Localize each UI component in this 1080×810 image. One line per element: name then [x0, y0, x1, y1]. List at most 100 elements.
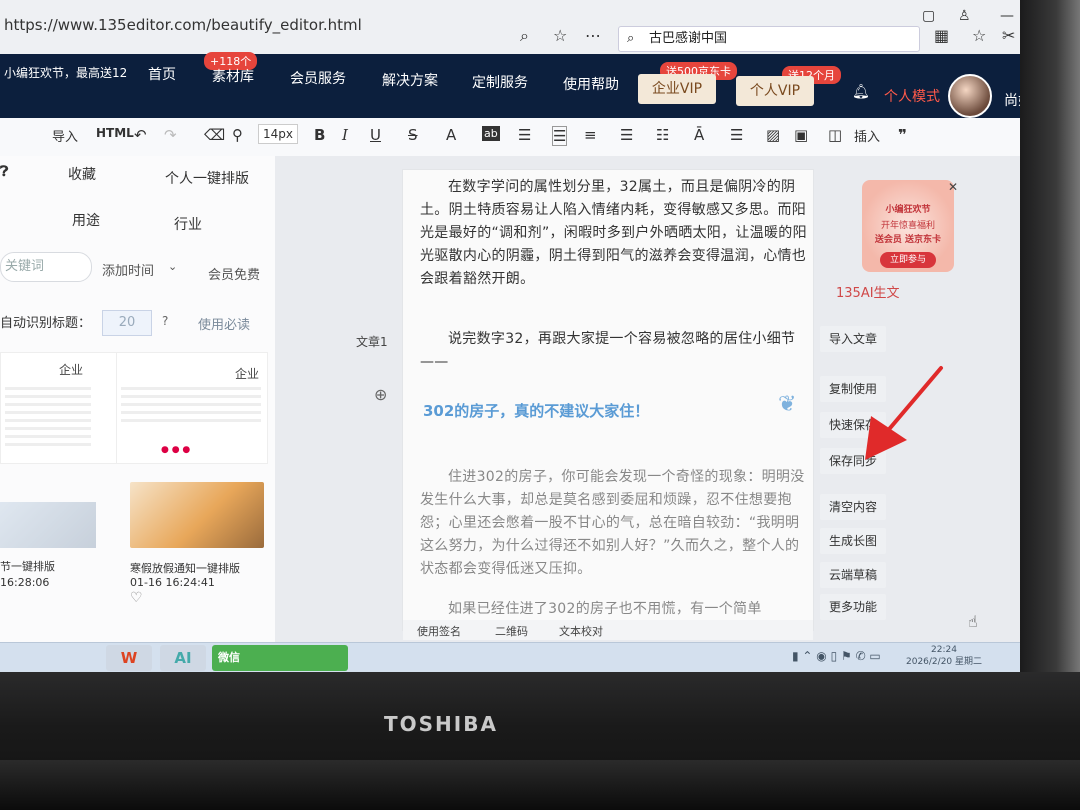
card1-title[interactable]: 节一键排版 [0, 558, 55, 574]
bookmark-star-icon[interactable]: ☆ [553, 26, 567, 45]
tab-usage[interactable]: 用途 [72, 210, 100, 230]
favorites-icon[interactable]: ☆ [972, 26, 986, 45]
clear-content-button[interactable]: 清空内容 [820, 494, 886, 520]
template-panel: ❓︎ 收藏 个人一键排版 用途 行业 关键词 添加时间 ⌄ 会员免费 自动识别标… [0, 156, 276, 642]
add-time-sort[interactable]: 添加时间 [102, 260, 154, 279]
eraser-icon[interactable]: ⌫ [204, 126, 225, 144]
wps-app[interactable]: W [106, 645, 152, 671]
avatar[interactable] [948, 74, 992, 118]
keyword-input[interactable]: 关键词 [0, 252, 92, 282]
strikethrough-icon[interactable]: S [408, 126, 418, 144]
paragraph-icon[interactable]: ☰ [620, 126, 633, 144]
insert-button[interactable]: 插入 [854, 126, 880, 145]
more-features-button[interactable]: 更多功能 [820, 594, 886, 620]
bg-color-icon[interactable]: ab [482, 126, 500, 141]
minimize-icon[interactable]: — [1000, 8, 1014, 24]
template-thumbnail-1[interactable] [0, 502, 96, 548]
font-color-icon[interactable]: A [446, 126, 456, 144]
nav-member[interactable]: 会员服务 [290, 68, 346, 88]
promo-text[interactable]: 小编狂欢节，最高送12 [4, 64, 127, 81]
personal-vip-button[interactable]: 个人VIP [736, 76, 814, 106]
ad-cta-button[interactable]: 立即参与 [880, 252, 936, 268]
font-size-select[interactable]: 14px [258, 124, 298, 144]
template-card-2[interactable]: 企业 ● ● ● [116, 352, 268, 464]
red-arrow-annotation [865, 366, 943, 460]
paragraph-2[interactable]: 说完数字32，再跟大家提一个容易被忽略的居住小细节—— [420, 328, 810, 374]
keyword-placeholder: 关键词 [5, 259, 45, 274]
must-read-link[interactable]: 使用必读 [198, 314, 250, 333]
chevron-down-icon[interactable]: ⌄ [168, 260, 177, 273]
long-image-button[interactable]: 生成长图 [820, 528, 886, 554]
paragraph-1[interactable]: 在数字学问的属性划分里，32属土，而且是偏阴冷的阴土。阴土特质容易让人陷入情绪内… [420, 176, 810, 291]
line-spacing-icon[interactable]: ≡ [584, 126, 597, 144]
paragraph-3[interactable]: 住进302的房子，你可能会发现一个奇怪的现象：明明没发生什么大事，却总是莫名感到… [420, 466, 810, 581]
divider-icon[interactable]: ☰ [730, 126, 743, 144]
scissors-icon[interactable]: ✂ [1002, 26, 1015, 45]
bold-icon[interactable]: B [314, 126, 325, 144]
pattern-icon[interactable]: ▨ [766, 126, 780, 144]
card1-time: 16:28:06 [0, 576, 50, 589]
template-thumbnail-2[interactable] [130, 482, 264, 548]
help-icon[interactable]: ❓︎ [0, 164, 8, 180]
ai-app[interactable]: AI [160, 645, 206, 671]
add-block-icon[interactable]: ⊕ [374, 385, 387, 404]
italic-icon[interactable]: I [342, 126, 348, 144]
signature-button[interactable]: 使用签名 [417, 623, 461, 639]
search-icon: ⌕ [627, 31, 635, 46]
badge-dot: ● ● ● [161, 445, 191, 455]
auto-title-input[interactable]: 20 [102, 310, 152, 336]
member-free-filter[interactable]: 会员免费 [208, 264, 260, 283]
browser-search-box[interactable]: ⌕ 古巴感谢中国 [618, 26, 920, 52]
section-heading[interactable]: 302的房子，真的不建议大家住！ [423, 400, 649, 421]
import-button[interactable]: 导入 [52, 126, 78, 145]
qrcode-button[interactable]: 二维码 [495, 623, 528, 639]
image-icon[interactable]: ▣ [794, 126, 808, 144]
html-button[interactable]: HTML [96, 126, 134, 140]
tab-count-icon[interactable]: ▢ [922, 8, 935, 24]
mode-switch[interactable]: 个人模式 [884, 86, 940, 106]
card-tag: 企业 [59, 363, 84, 377]
tab-industry[interactable]: 行业 [174, 214, 202, 234]
paragraph-4[interactable]: 如果已经住进了302的房子也不用慌，有一个简单 [420, 598, 810, 621]
laptop-brand-logo: TOSHIBA [384, 712, 498, 736]
wechat-app[interactable]: 微信 [212, 645, 348, 671]
underline-icon[interactable]: U [370, 126, 381, 144]
promo-ad[interactable]: 小编狂欢节 开年惊喜福利 送会员 送京东卡 立即参与 [862, 180, 954, 272]
tab-favorites[interactable]: 收藏 [68, 164, 96, 184]
undo-icon[interactable]: ↶ [134, 126, 147, 144]
text-height-icon[interactable]: Ā [694, 126, 704, 144]
proofread-button[interactable]: 文本校对 [559, 623, 603, 639]
shirt-icon[interactable]: ♙ [958, 8, 971, 24]
nav-material[interactable]: 素材库 [212, 66, 254, 86]
indent-icon[interactable]: ☰ [552, 126, 568, 146]
info-icon[interactable]: ? [162, 314, 168, 328]
card2-time: 01-16 16:24:41 [130, 576, 215, 589]
card2-title[interactable]: 寒假放假通知一键排版 [130, 560, 240, 576]
gallery-icon[interactable]: ◫ [828, 126, 842, 144]
url-field[interactable]: https://www.135editor.com/beautify_edito… [4, 16, 362, 34]
ai-generate-link[interactable]: 135AI生文 [836, 282, 900, 301]
align-icon[interactable]: ☰ [518, 126, 531, 144]
nav-help[interactable]: 使用帮助 [563, 74, 619, 94]
close-icon[interactable]: ✕ [948, 180, 958, 194]
article-label[interactable]: 文章1 [356, 333, 388, 350]
nav-solutions[interactable]: 解决方案 [382, 70, 438, 90]
import-article-button[interactable]: 导入文章 [820, 326, 886, 352]
heart-icon[interactable]: ♡ [130, 590, 143, 606]
list-icon[interactable]: ☷ [656, 126, 669, 144]
enterprise-vip-button[interactable]: 企业VIP [638, 74, 716, 104]
quote-icon[interactable]: ❞ [898, 126, 907, 144]
cloud-drafts-button[interactable]: 云端草稿 [820, 562, 886, 588]
redo-icon[interactable]: ↷ [164, 126, 177, 144]
system-clock[interactable]: 22:24 2026/2/20 星期二 [906, 644, 982, 668]
format-brush-icon[interactable]: ⚲ [232, 126, 243, 144]
tray-icons[interactable]: ▮ ⌃ ◉ ▯ ⚑ ✆ ▭ [792, 649, 881, 663]
nav-home[interactable]: 首页 [148, 64, 176, 84]
bell-icon[interactable]: 🔔︎ [852, 84, 870, 100]
grid-icon[interactable]: ▦ [934, 26, 949, 45]
ad-line-1: 小编狂欢节 [885, 205, 931, 215]
zoom-icon[interactable]: ⌕ [520, 26, 529, 46]
nav-custom[interactable]: 定制服务 [472, 72, 528, 92]
more-icon[interactable]: ⋯ [585, 26, 601, 45]
tab-one-click[interactable]: 个人一键排版 [165, 168, 249, 188]
